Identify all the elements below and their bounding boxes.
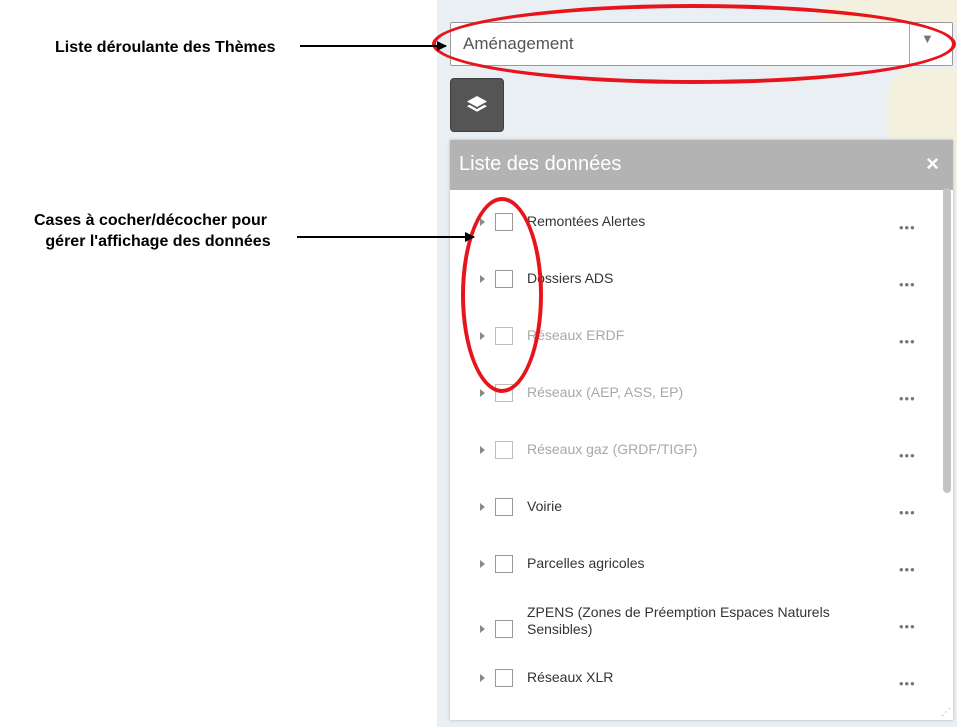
panel-header: Liste des données × bbox=[450, 140, 953, 190]
list-item[interactable]: Réseaux ERDF ••• bbox=[450, 318, 940, 358]
resize-grip-icon[interactable]: ⋰ bbox=[941, 707, 951, 718]
checkbox-annotation-line1: Cases à cocher/décocher pour bbox=[34, 212, 267, 229]
theme-dropdown[interactable]: Aménagement ▼ bbox=[450, 22, 953, 66]
caret-right-icon[interactable] bbox=[480, 218, 485, 226]
more-options-icon[interactable]: ••• bbox=[899, 334, 916, 349]
layer-label: Réseaux XLR bbox=[527, 669, 614, 685]
layer-checkbox[interactable] bbox=[495, 270, 513, 288]
close-icon[interactable]: × bbox=[926, 151, 939, 177]
list-item[interactable]: Réseaux XLR ••• bbox=[450, 660, 940, 700]
layer-label: ZPENS (Zones de Préemption Espaces Natur… bbox=[527, 604, 830, 637]
layer-checkbox[interactable] bbox=[495, 555, 513, 573]
caret-right-icon[interactable] bbox=[480, 332, 485, 340]
caret-right-icon[interactable] bbox=[480, 503, 485, 511]
layer-checkbox[interactable] bbox=[495, 441, 513, 459]
dropdown-divider bbox=[909, 23, 910, 65]
layers-icon bbox=[467, 96, 487, 112]
layer-label: Remontées Alertes bbox=[527, 213, 646, 229]
caret-right-icon[interactable] bbox=[480, 275, 485, 283]
more-options-icon[interactable]: ••• bbox=[899, 619, 916, 634]
list-item[interactable]: Voirie ••• bbox=[450, 489, 940, 529]
layer-label: Voirie bbox=[527, 498, 563, 514]
more-options-icon[interactable]: ••• bbox=[899, 676, 916, 691]
layer-label: Dossiers ADS bbox=[527, 270, 614, 286]
list-item[interactable]: ZPENS (Zones de Préemption Espaces Natur… bbox=[450, 603, 940, 643]
layer-checkbox[interactable] bbox=[495, 669, 513, 687]
layer-label: Réseaux gaz (GRDF/TIGF) bbox=[527, 441, 698, 457]
list-item[interactable]: Remontées Alertes ••• bbox=[450, 204, 940, 244]
themes-annotation: Liste déroulante des Thèmes bbox=[55, 39, 276, 56]
layer-checkbox[interactable] bbox=[495, 384, 513, 402]
more-options-icon[interactable]: ••• bbox=[899, 448, 916, 463]
list-item[interactable]: Réseaux (AEP, ASS, EP) ••• bbox=[450, 375, 940, 415]
list-item[interactable]: Réseaux gaz (GRDF/TIGF) ••• bbox=[450, 432, 940, 472]
layer-checkbox[interactable] bbox=[495, 213, 513, 231]
caret-right-icon[interactable] bbox=[480, 389, 485, 397]
layer-checkbox[interactable] bbox=[495, 620, 513, 638]
more-options-icon[interactable]: ••• bbox=[899, 505, 916, 520]
checkbox-annotation-line2: gérer l'affichage des données bbox=[45, 233, 271, 250]
theme-dropdown-value: Aménagement bbox=[463, 34, 574, 53]
more-options-icon[interactable]: ••• bbox=[899, 562, 916, 577]
chevron-down-icon[interactable]: ▼ bbox=[921, 31, 934, 46]
caret-right-icon[interactable] bbox=[480, 625, 485, 633]
layer-checkbox[interactable] bbox=[495, 327, 513, 345]
scrollbar[interactable] bbox=[943, 188, 951, 493]
caret-right-icon[interactable] bbox=[480, 446, 485, 454]
layer-label: Réseaux (AEP, ASS, EP) bbox=[527, 384, 684, 400]
list-item[interactable]: Parcelles agricoles ••• bbox=[450, 546, 940, 586]
data-list-panel: Liste des données × Remontées Alertes •••… bbox=[450, 140, 953, 720]
caret-right-icon[interactable] bbox=[480, 674, 485, 682]
caret-right-icon[interactable] bbox=[480, 560, 485, 568]
panel-title: Liste des données bbox=[459, 153, 622, 175]
more-options-icon[interactable]: ••• bbox=[899, 220, 916, 235]
list-item[interactable]: Dossiers ADS ••• bbox=[450, 261, 940, 301]
layers-button[interactable] bbox=[450, 78, 504, 132]
more-options-icon[interactable]: ••• bbox=[899, 391, 916, 406]
layer-label: Parcelles agricoles bbox=[527, 555, 645, 571]
layer-checkbox[interactable] bbox=[495, 498, 513, 516]
layer-label: Réseaux ERDF bbox=[527, 327, 625, 343]
more-options-icon[interactable]: ••• bbox=[899, 277, 916, 292]
